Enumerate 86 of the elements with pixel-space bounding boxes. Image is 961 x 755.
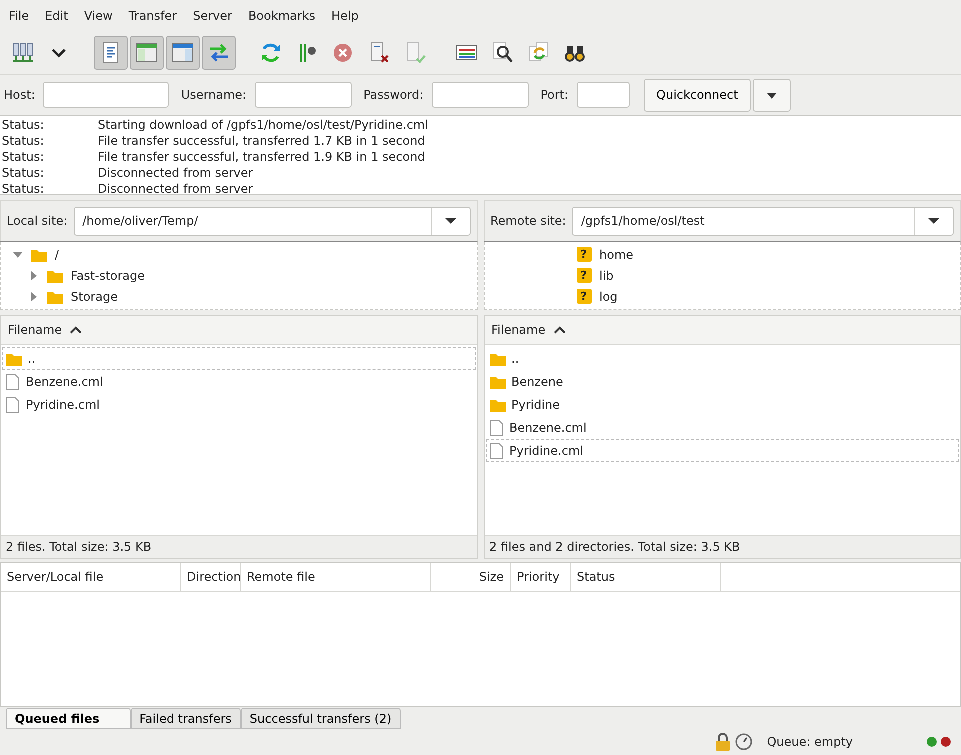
log-label: Status: (2, 165, 46, 181)
port-field[interactable] (576, 82, 630, 108)
column-header[interactable]: Filename (1, 323, 82, 337)
username-label: Username: (181, 88, 247, 102)
sort-ascending-icon (554, 326, 566, 334)
search-icon (491, 41, 515, 65)
site-label: Remote site: (490, 214, 566, 228)
host-field[interactable] (43, 82, 170, 108)
column-header[interactable]: Remote file (241, 563, 431, 591)
menu-item[interactable]: Server (185, 9, 240, 23)
log-label: Status: (2, 149, 46, 165)
file-row[interactable]: Benzene (486, 370, 959, 393)
tree-item[interactable]: ? lib (484, 265, 960, 286)
caret-down-icon (444, 217, 456, 225)
log-label: Status: (2, 133, 46, 149)
cancel-icon (331, 41, 355, 65)
log-message: File transfer successful, transferred 1.9 KB in 1 second (98, 149, 426, 165)
folder-icon (490, 398, 506, 412)
log-message: Starting download of /gpfs1/home/osl/test/Pyridine.cml (98, 117, 428, 133)
file-row[interactable]: Benzene.cml (2, 370, 476, 393)
password-label: Password: (364, 88, 424, 102)
menu-item[interactable]: Help (324, 9, 367, 23)
menu-item[interactable]: File (1, 9, 38, 23)
log-message: Disconnected from server (98, 165, 254, 181)
file-row[interactable]: .. (2, 347, 476, 370)
file-row[interactable]: Benzene.cml (486, 416, 959, 439)
username-field[interactable] (254, 82, 352, 108)
window-icon (135, 41, 159, 65)
folder-icon (31, 248, 47, 262)
lock-icon (715, 733, 732, 751)
column-header[interactable]: Filename (484, 323, 566, 337)
log-label: Status: (2, 181, 46, 197)
column-header[interactable]: Server/Local file (1, 563, 181, 591)
folder-icon (47, 268, 63, 282)
column-header[interactable]: Status (571, 563, 721, 591)
column-header[interactable]: Size (431, 563, 511, 591)
tree-item[interactable]: Fast-storage (1, 265, 476, 286)
summary-text: 2 files and 2 directories. Total size: 3.5 KB (484, 535, 960, 558)
log-label: Status: (2, 117, 46, 133)
file-icon (490, 420, 504, 436)
caret-down-icon (766, 92, 778, 100)
folder-icon (47, 290, 63, 304)
servers-icon (11, 41, 35, 65)
tree-item[interactable]: Storage (1, 286, 476, 307)
menu-item[interactable]: View (76, 9, 121, 23)
refresh-icon (259, 41, 283, 65)
file-icon (490, 442, 504, 458)
port-label: Port: (540, 88, 569, 102)
window-icon (171, 41, 195, 65)
tree-item[interactable]: ? log (484, 286, 960, 307)
site-label: Local site: (7, 214, 68, 228)
caret-down-icon (928, 217, 940, 225)
log-message: Disconnected from server (98, 181, 254, 197)
column-header[interactable]: Direction (181, 563, 241, 591)
summary-text: 2 files. Total size: 3.5 KB (1, 535, 476, 558)
tab[interactable]: Failed transfers (130, 708, 241, 729)
file-icon (6, 396, 20, 412)
tree-item[interactable]: / (1, 244, 476, 265)
folder-icon (490, 374, 506, 388)
menu-item[interactable]: Edit (37, 9, 76, 23)
folder-icon (490, 352, 506, 366)
tab[interactable]: Queued files (6, 708, 131, 729)
question-mark-icon: ? (576, 268, 592, 283)
file-row[interactable]: .. (486, 347, 959, 370)
sort-ascending-icon (70, 326, 82, 334)
file-row[interactable]: Pyridine.cml (486, 439, 959, 462)
path-combobox[interactable]: /home/oliver/Temp/ (74, 206, 470, 236)
tab[interactable]: Successful transfers (2) (240, 708, 401, 729)
file-row[interactable]: Pyridine.cml (2, 393, 476, 416)
path-combobox[interactable]: /gpfs1/home/osl/test (572, 206, 954, 236)
queue-status: Queue: empty (767, 735, 853, 749)
password-field[interactable] (432, 82, 529, 108)
column-header[interactable]: Priority (511, 563, 571, 591)
question-mark-icon: ? (576, 289, 592, 304)
file-row[interactable]: Pyridine (486, 393, 959, 416)
dropdown-button[interactable] (753, 78, 792, 112)
question-mark-icon: ? (576, 247, 592, 262)
file-icon (6, 374, 20, 390)
gauge-icon (735, 733, 754, 751)
host-label: Host: (4, 88, 36, 102)
log-message: File transfer successful, transferred 1.7 KB in 1 second (98, 133, 426, 149)
tree-item[interactable]: ? home (484, 244, 960, 265)
menu-item[interactable]: Transfer (120, 9, 186, 23)
menu-item[interactable]: Bookmarks (240, 9, 324, 23)
quickconnect-button[interactable]: Quickconnect (644, 78, 752, 112)
folder-icon (6, 352, 22, 366)
